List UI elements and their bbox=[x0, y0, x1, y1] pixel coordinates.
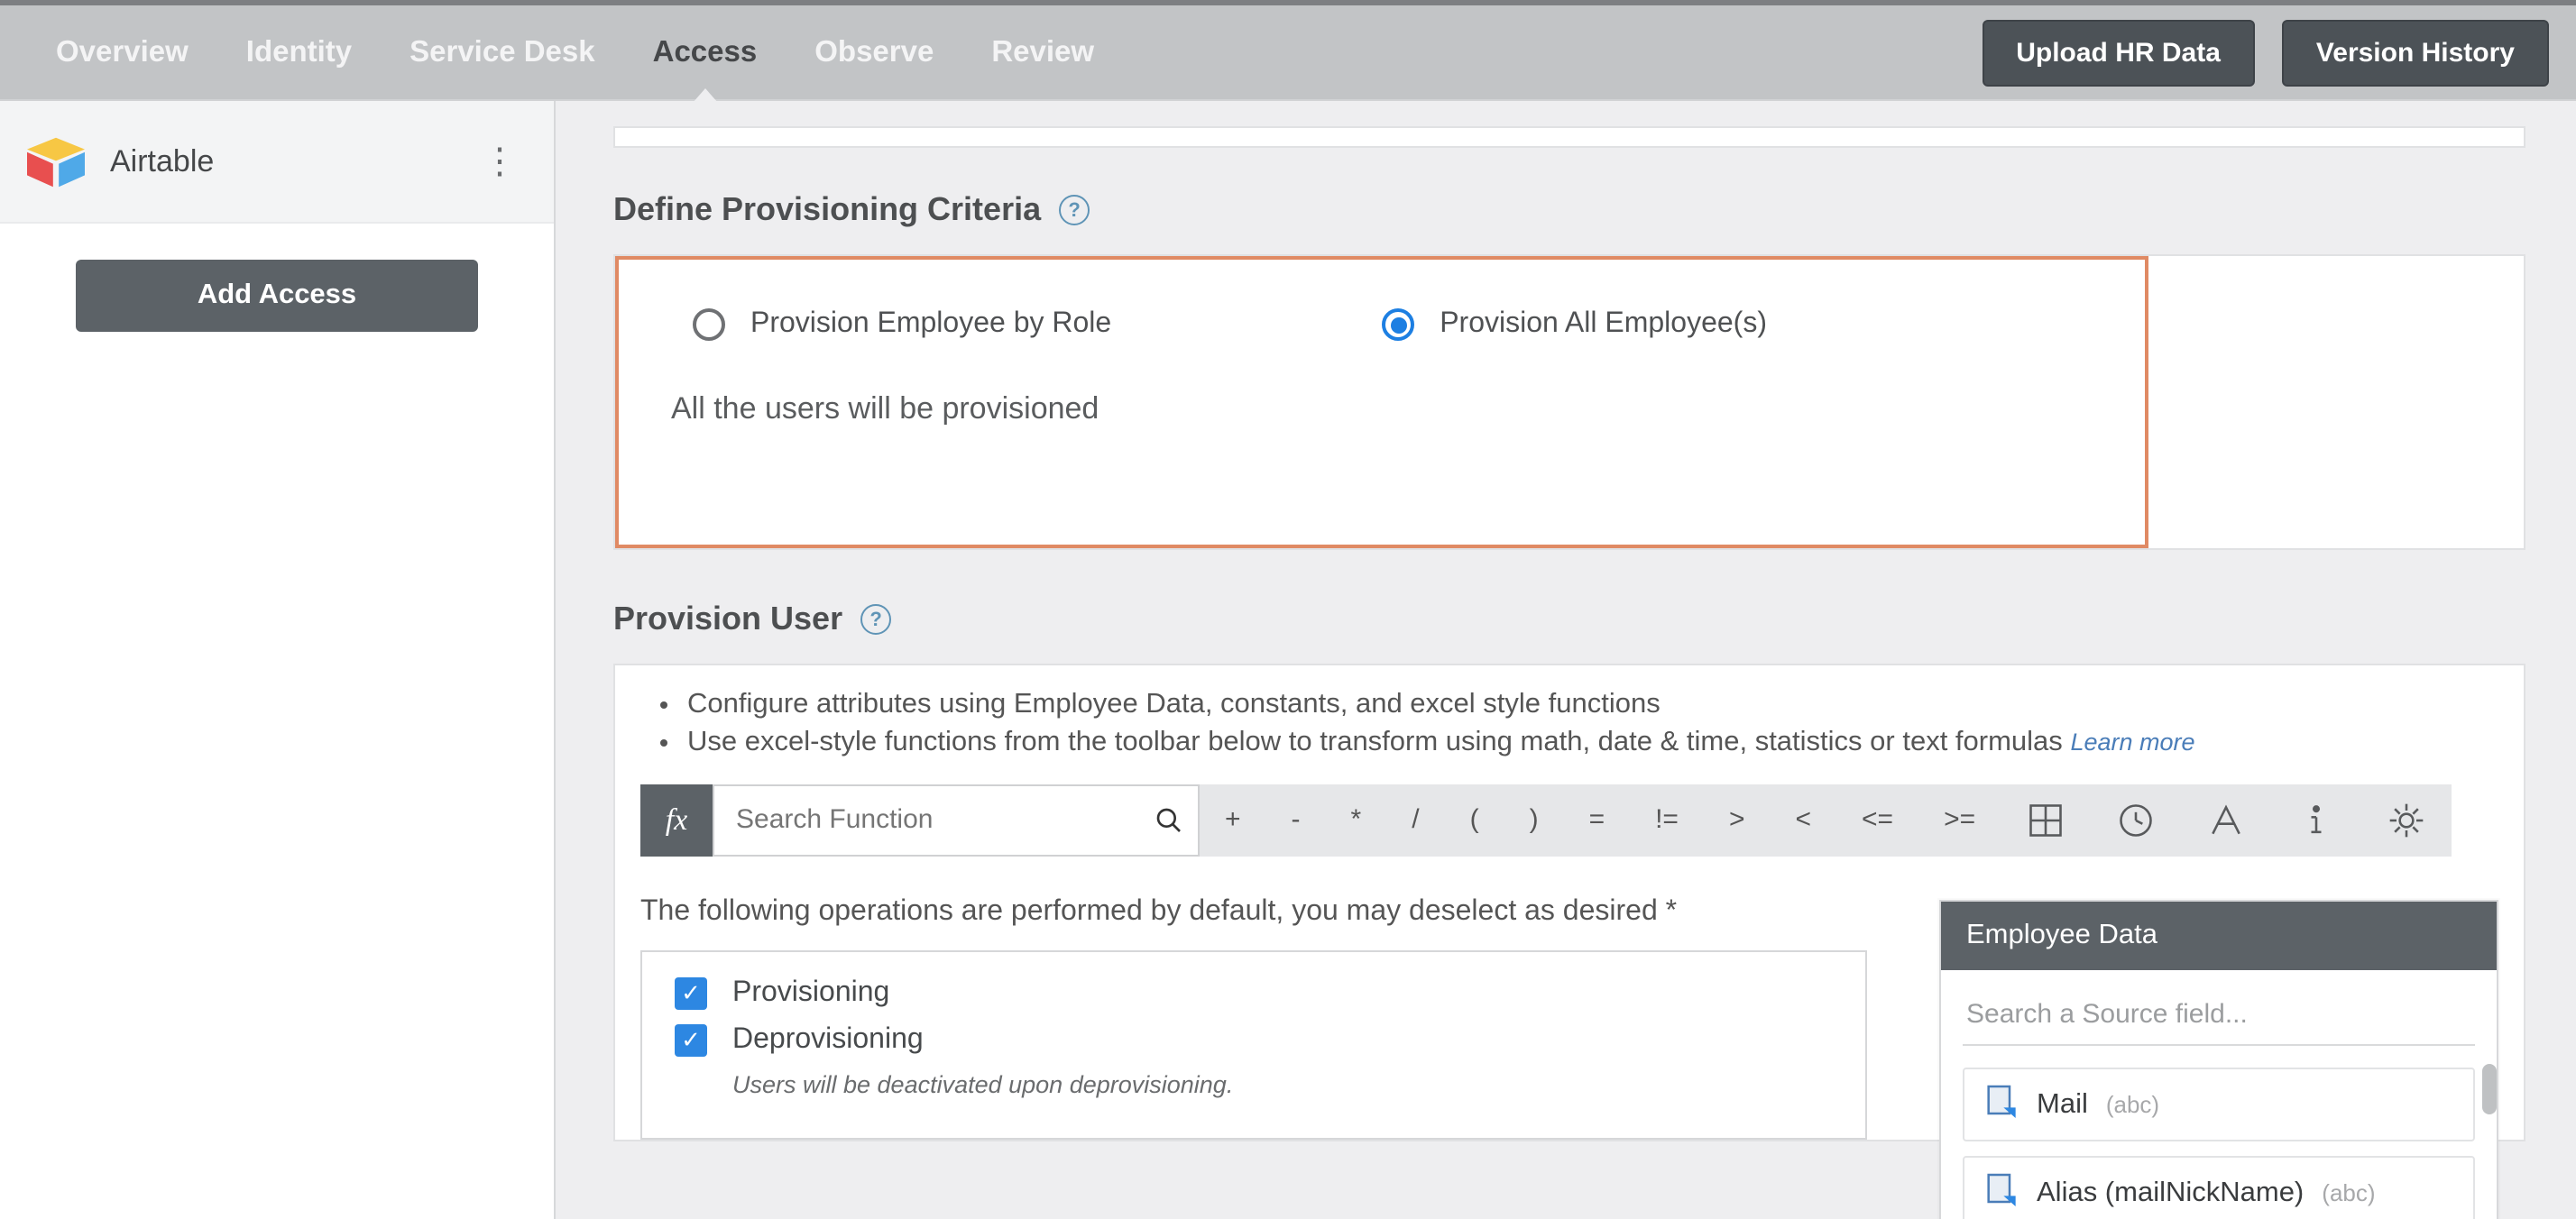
help-icon[interactable]: ? bbox=[860, 604, 891, 635]
ops-box: ✓ Provisioning ✓ Deprovisioning Users wi… bbox=[640, 950, 1867, 1140]
radio-all-employees[interactable]: Provision All Employee(s) bbox=[1382, 308, 1767, 341]
op-eq[interactable]: = bbox=[1564, 784, 1631, 857]
op-lte[interactable]: <= bbox=[1836, 784, 1918, 857]
version-history-button[interactable]: Version History bbox=[2282, 19, 2549, 86]
radio-label: Provision All Employee(s) bbox=[1440, 308, 1767, 341]
checkbox-provisioning[interactable]: ✓ Provisioning bbox=[675, 977, 1833, 1010]
function-toolbar: fx + - * / ( ) = bbox=[640, 784, 2524, 857]
tab-overview[interactable]: Overview bbox=[27, 2, 217, 103]
clock-icon[interactable] bbox=[2091, 784, 2181, 857]
checkbox-label: Deprovisioning bbox=[732, 1024, 924, 1057]
instruction-bullets: Configure attributes using Employee Data… bbox=[615, 687, 2524, 763]
op-divide[interactable]: / bbox=[1386, 784, 1444, 857]
op-gt[interactable]: > bbox=[1704, 784, 1771, 857]
more-icon[interactable]: ⋮ bbox=[482, 139, 518, 184]
tab-service-desk[interactable]: Service Desk bbox=[381, 2, 624, 103]
scrollbar[interactable] bbox=[2482, 1064, 2497, 1114]
op-multiply[interactable]: * bbox=[1326, 784, 1387, 857]
learn-more-link[interactable]: Learn more bbox=[2070, 729, 2194, 756]
tab-label: Review bbox=[991, 35, 1094, 69]
checkbox-checked-icon: ✓ bbox=[675, 1024, 707, 1057]
bullet-item: Configure attributes using Employee Data… bbox=[687, 687, 2524, 725]
field-icon bbox=[1983, 1082, 2019, 1127]
section-title-provision-user: Provision User bbox=[613, 600, 842, 638]
employee-data-heading: Employee Data bbox=[1941, 902, 2497, 970]
tab-observe[interactable]: Observe bbox=[786, 2, 962, 103]
nav-tabs: Overview Identity Service Desk Access Ob… bbox=[27, 2, 1123, 103]
tab-label: Overview bbox=[56, 35, 189, 69]
topbar-actions: Upload HR Data Version History bbox=[1982, 19, 2549, 86]
main-area: Define Provisioning Criteria ? Provision… bbox=[556, 101, 2576, 1219]
sidebar: Airtable ⋮ Add Access bbox=[0, 101, 556, 1219]
add-access-button[interactable]: Add Access bbox=[76, 260, 478, 332]
op-neq[interactable]: != bbox=[1630, 784, 1704, 857]
checkbox-label: Provisioning bbox=[732, 977, 889, 1010]
checkbox-checked-icon: ✓ bbox=[675, 977, 707, 1010]
employee-data-search-input[interactable] bbox=[1963, 988, 2475, 1046]
search-function-input[interactable] bbox=[714, 805, 1155, 836]
attribute-item[interactable]: Alias (mailNickName) (abc) bbox=[1963, 1156, 2475, 1219]
criteria-main: Provision Employee by Role Provision All… bbox=[615, 256, 2148, 548]
radio-off-icon bbox=[693, 308, 725, 341]
help-icon[interactable]: ? bbox=[1059, 195, 1090, 225]
attribute-type: (abc) bbox=[2106, 1091, 2159, 1118]
info-icon[interactable] bbox=[2271, 784, 2361, 857]
attribute-list: Mail (abc) Alias (mailNickName) (abc) bbox=[1963, 1068, 2475, 1219]
provision-user-card: Configure attributes using Employee Data… bbox=[613, 664, 2525, 1141]
sidebar-app-row[interactable]: Airtable ⋮ bbox=[0, 101, 554, 224]
checkbox-deprovisioning[interactable]: ✓ Deprovisioning bbox=[675, 1024, 1833, 1057]
op-gte[interactable]: >= bbox=[1918, 784, 2001, 857]
tab-label: Service Desk bbox=[409, 35, 595, 69]
tab-identity[interactable]: Identity bbox=[217, 2, 381, 103]
criteria-note: All the users will be provisioned bbox=[671, 391, 2093, 427]
tab-review[interactable]: Review bbox=[962, 2, 1123, 103]
search-icon[interactable] bbox=[1155, 802, 1198, 839]
attribute-type: (abc) bbox=[2322, 1179, 2375, 1206]
topbar: Overview Identity Service Desk Access Ob… bbox=[0, 0, 2576, 101]
math-icon[interactable] bbox=[2001, 784, 2091, 857]
tab-access[interactable]: Access bbox=[624, 2, 787, 103]
section-title-criteria: Define Provisioning Criteria bbox=[613, 191, 1041, 229]
attribute-name: Mail bbox=[2037, 1088, 2088, 1121]
tab-label: Identity bbox=[246, 35, 352, 69]
airtable-icon bbox=[27, 136, 85, 187]
criteria-card: Provision Employee by Role Provision All… bbox=[613, 254, 2525, 550]
op-plus[interactable]: + bbox=[1200, 784, 1266, 857]
sidebar-app-name: Airtable bbox=[110, 143, 214, 179]
radio-on-icon bbox=[1382, 308, 1414, 341]
fx-icon[interactable]: fx bbox=[640, 784, 713, 857]
employee-data-panel: Employee Data Mail (abc) bbox=[1939, 900, 2498, 1219]
attribute-item[interactable]: Mail (abc) bbox=[1963, 1068, 2475, 1141]
op-minus[interactable]: - bbox=[1266, 784, 1326, 857]
text-icon[interactable] bbox=[2181, 784, 2271, 857]
bullet-item: Use excel-style functions from the toolb… bbox=[687, 725, 2524, 763]
upload-hr-button[interactable]: Upload HR Data bbox=[1982, 19, 2255, 86]
field-icon bbox=[1983, 1170, 2019, 1215]
bullet-text: Use excel-style functions from the toolb… bbox=[687, 727, 2063, 757]
stats-icon[interactable] bbox=[2361, 784, 2452, 857]
deprov-note: Users will be deactivated upon deprovisi… bbox=[732, 1071, 1833, 1098]
radio-label: Provision Employee by Role bbox=[750, 308, 1111, 341]
operator-strip: + - * / ( ) = != > < <= >= bbox=[1200, 784, 2452, 857]
search-function-wrap bbox=[713, 784, 1200, 857]
op-lt[interactable]: < bbox=[1771, 784, 1837, 857]
tab-label: Observe bbox=[814, 35, 934, 69]
op-paren-close[interactable]: ) bbox=[1504, 784, 1564, 857]
tab-label: Access bbox=[653, 35, 758, 69]
op-paren-open[interactable]: ( bbox=[1445, 784, 1504, 857]
radio-by-role[interactable]: Provision Employee by Role bbox=[693, 308, 1111, 341]
prev-card-sliver bbox=[613, 126, 2525, 148]
attribute-name: Alias (mailNickName) bbox=[2037, 1177, 2304, 1209]
